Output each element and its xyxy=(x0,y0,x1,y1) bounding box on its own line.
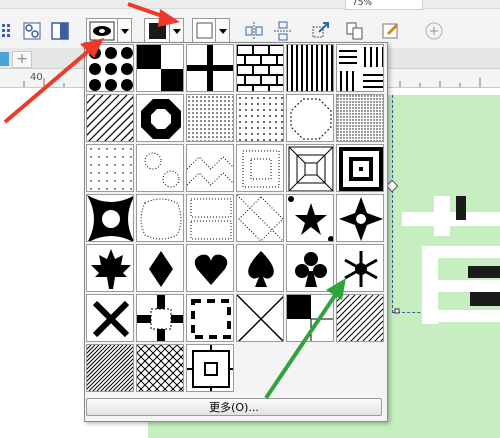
pattern-dotted-grid[interactable] xyxy=(186,194,234,242)
toolbar-top-strip xyxy=(0,0,500,9)
transparency-icon[interactable] xyxy=(50,18,72,44)
chevron-down-icon[interactable] xyxy=(117,19,131,43)
pattern-lattice[interactable] xyxy=(136,344,184,392)
add-tab-button[interactable]: + xyxy=(12,51,32,68)
pattern-black-quatrefoil[interactable] xyxy=(86,194,134,242)
pattern-pyramid-lines[interactable] xyxy=(286,144,334,192)
pattern-fine-diagonal[interactable] xyxy=(86,344,134,392)
pattern-compass-star[interactable] xyxy=(336,194,384,242)
pattern-snowflake[interactable] xyxy=(336,244,384,292)
pattern-concentric-squares[interactable] xyxy=(336,144,384,192)
pattern-brick[interactable] xyxy=(236,44,284,92)
pattern-bracket-frame[interactable] xyxy=(186,294,234,342)
pattern-diagonal-dots[interactable] xyxy=(86,94,134,142)
transform-icon[interactable] xyxy=(309,18,331,44)
pattern-half-black-squares[interactable] xyxy=(286,294,334,342)
mirror-vertical-icon[interactable] xyxy=(272,18,294,44)
pattern-sparse-dots[interactable] xyxy=(86,144,134,192)
mirror-horizontal-icon[interactable] xyxy=(243,18,265,44)
pattern-diagonal-cross[interactable] xyxy=(236,294,284,342)
pattern-heart-suit[interactable] xyxy=(186,244,234,292)
pattern-spade-suit[interactable] xyxy=(236,244,284,292)
more-patterns-button[interactable]: 更多(O)... xyxy=(86,398,382,416)
pattern-stripe-blocks[interactable] xyxy=(336,44,384,92)
copy-pattern-icon[interactable] xyxy=(344,18,366,44)
pattern-large-checkerboard[interactable] xyxy=(136,44,184,92)
pattern-diagonal-speckle[interactable] xyxy=(186,94,234,142)
pattern-nested-frame[interactable] xyxy=(186,344,234,392)
selection-outline xyxy=(392,95,500,313)
pattern-club-suit[interactable] xyxy=(286,244,334,292)
fill-color-dropdown[interactable] xyxy=(144,18,184,44)
outline-color-dropdown[interactable] xyxy=(192,18,230,44)
pattern-dashed-frame[interactable] xyxy=(136,294,184,342)
pattern-star[interactable] xyxy=(286,194,334,242)
pattern-maple-leaf[interactable] xyxy=(86,244,134,292)
pattern-diamond-suit[interactable] xyxy=(136,244,184,292)
grid-icon[interactable] xyxy=(0,18,14,44)
chevron-down-icon[interactable] xyxy=(215,19,229,43)
pattern-dotted-chevron[interactable] xyxy=(186,144,234,192)
edit-pattern-icon[interactable] xyxy=(380,18,402,44)
pattern-dotted-rings[interactable] xyxy=(136,144,184,192)
texture-fill-icon[interactable] xyxy=(22,18,44,44)
pattern-dotted-quatrefoil[interactable] xyxy=(136,194,184,242)
pattern-black-dots[interactable] xyxy=(86,44,134,92)
pattern-scattered-dots[interactable] xyxy=(236,94,284,142)
pattern-octagon-ring[interactable] xyxy=(136,94,184,142)
pattern-vertical-lines[interactable] xyxy=(286,44,334,92)
pattern-dropdown[interactable] xyxy=(86,18,132,44)
pattern-dotted-squares[interactable] xyxy=(236,144,284,192)
pattern-diagonal-lines[interactable] xyxy=(336,294,384,342)
pattern-x-cross[interactable] xyxy=(86,294,134,342)
pattern-cross-grid[interactable] xyxy=(186,44,234,92)
pattern-octagon-outline[interactable] xyxy=(286,94,334,142)
chevron-down-icon[interactable] xyxy=(169,19,183,43)
pattern-fine-dots[interactable] xyxy=(336,94,384,142)
pattern-dotted-diamonds[interactable] xyxy=(236,194,284,242)
ruler-label: 40 xyxy=(30,72,43,83)
zoom-field[interactable]: 75% xyxy=(345,0,423,10)
add-preset-icon[interactable] xyxy=(424,18,446,44)
document-tab[interactable] xyxy=(0,52,9,66)
